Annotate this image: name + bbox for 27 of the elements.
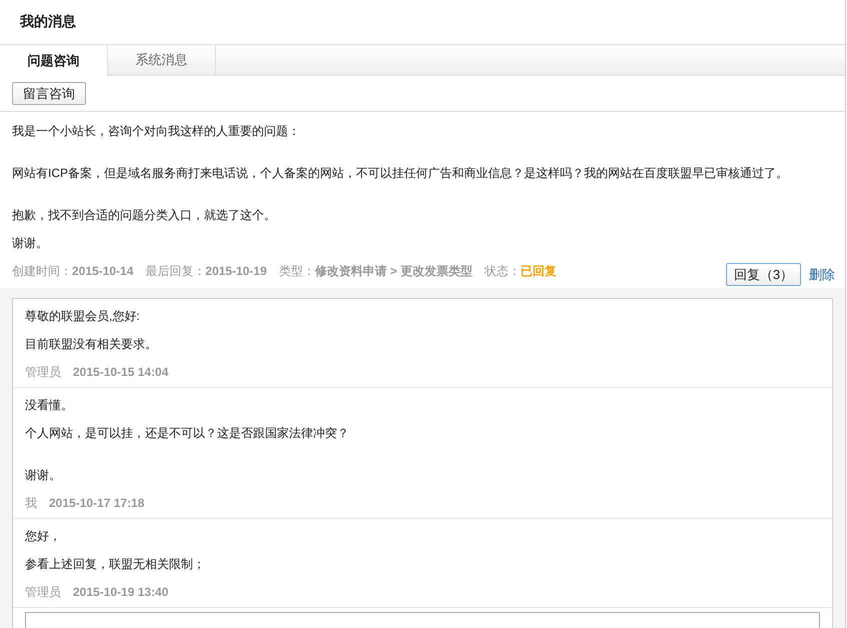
reply-time: 2015-10-15 14:04 [73,365,168,379]
tab[interactable]: 系统消息 [108,45,216,75]
message-text: 参看上述回复，联盟无相关限制； [25,557,206,571]
message-text: 谢谢。 [25,468,62,482]
meta-text: 类型：修改资料申请 > 更改发票类型 [278,264,472,278]
message-text: 个人网站，是可以挂，还是不可以？这是否跟国家法律冲突？ [25,426,350,440]
reply-time: 2015-10-19 13:40 [73,585,168,599]
message-text: 我是一个小站长，咨询个对向我这样的人重要的问题： [12,124,301,138]
message-text: 抱歉，找不到合适的问题分类入口，就选了这个。 [12,208,277,222]
reply-author: 管理员 [25,585,61,599]
delete-link[interactable]: 删除 [809,266,835,282]
reply-author: 我 [25,496,37,510]
message-text: 目前联盟没有相关要求。 [25,337,158,351]
tab[interactable]: 问题咨询 [0,45,108,76]
reply-author: 管理员 [25,365,61,379]
page-title: 我的消息 [20,13,76,31]
meta-text: 最后回复：2015-10-19 [145,264,267,278]
message-text: 尊敬的联盟会员,您好: [25,309,141,323]
status-text: 状态：已回复 [484,264,556,278]
message-text: 谢谢。 [12,236,49,250]
leave-message-button[interactable]: 留言咨询 [12,82,86,105]
message-text: 没看懂。 [25,398,74,412]
reply-button[interactable]: 回复（3） [726,263,801,286]
reply-time: 2015-10-17 17:18 [49,496,144,510]
message-text: 网站有ICP备案，但是域名服务商打来电话说，个人备案的网站，不可以挂任何广告和商业信息？是这样吗？我的网站在百度联盟早已审核通过了。 [12,166,790,180]
message-text: 您好， [25,529,62,543]
meta-text: 创建时间：2015-10-14 [12,264,134,278]
